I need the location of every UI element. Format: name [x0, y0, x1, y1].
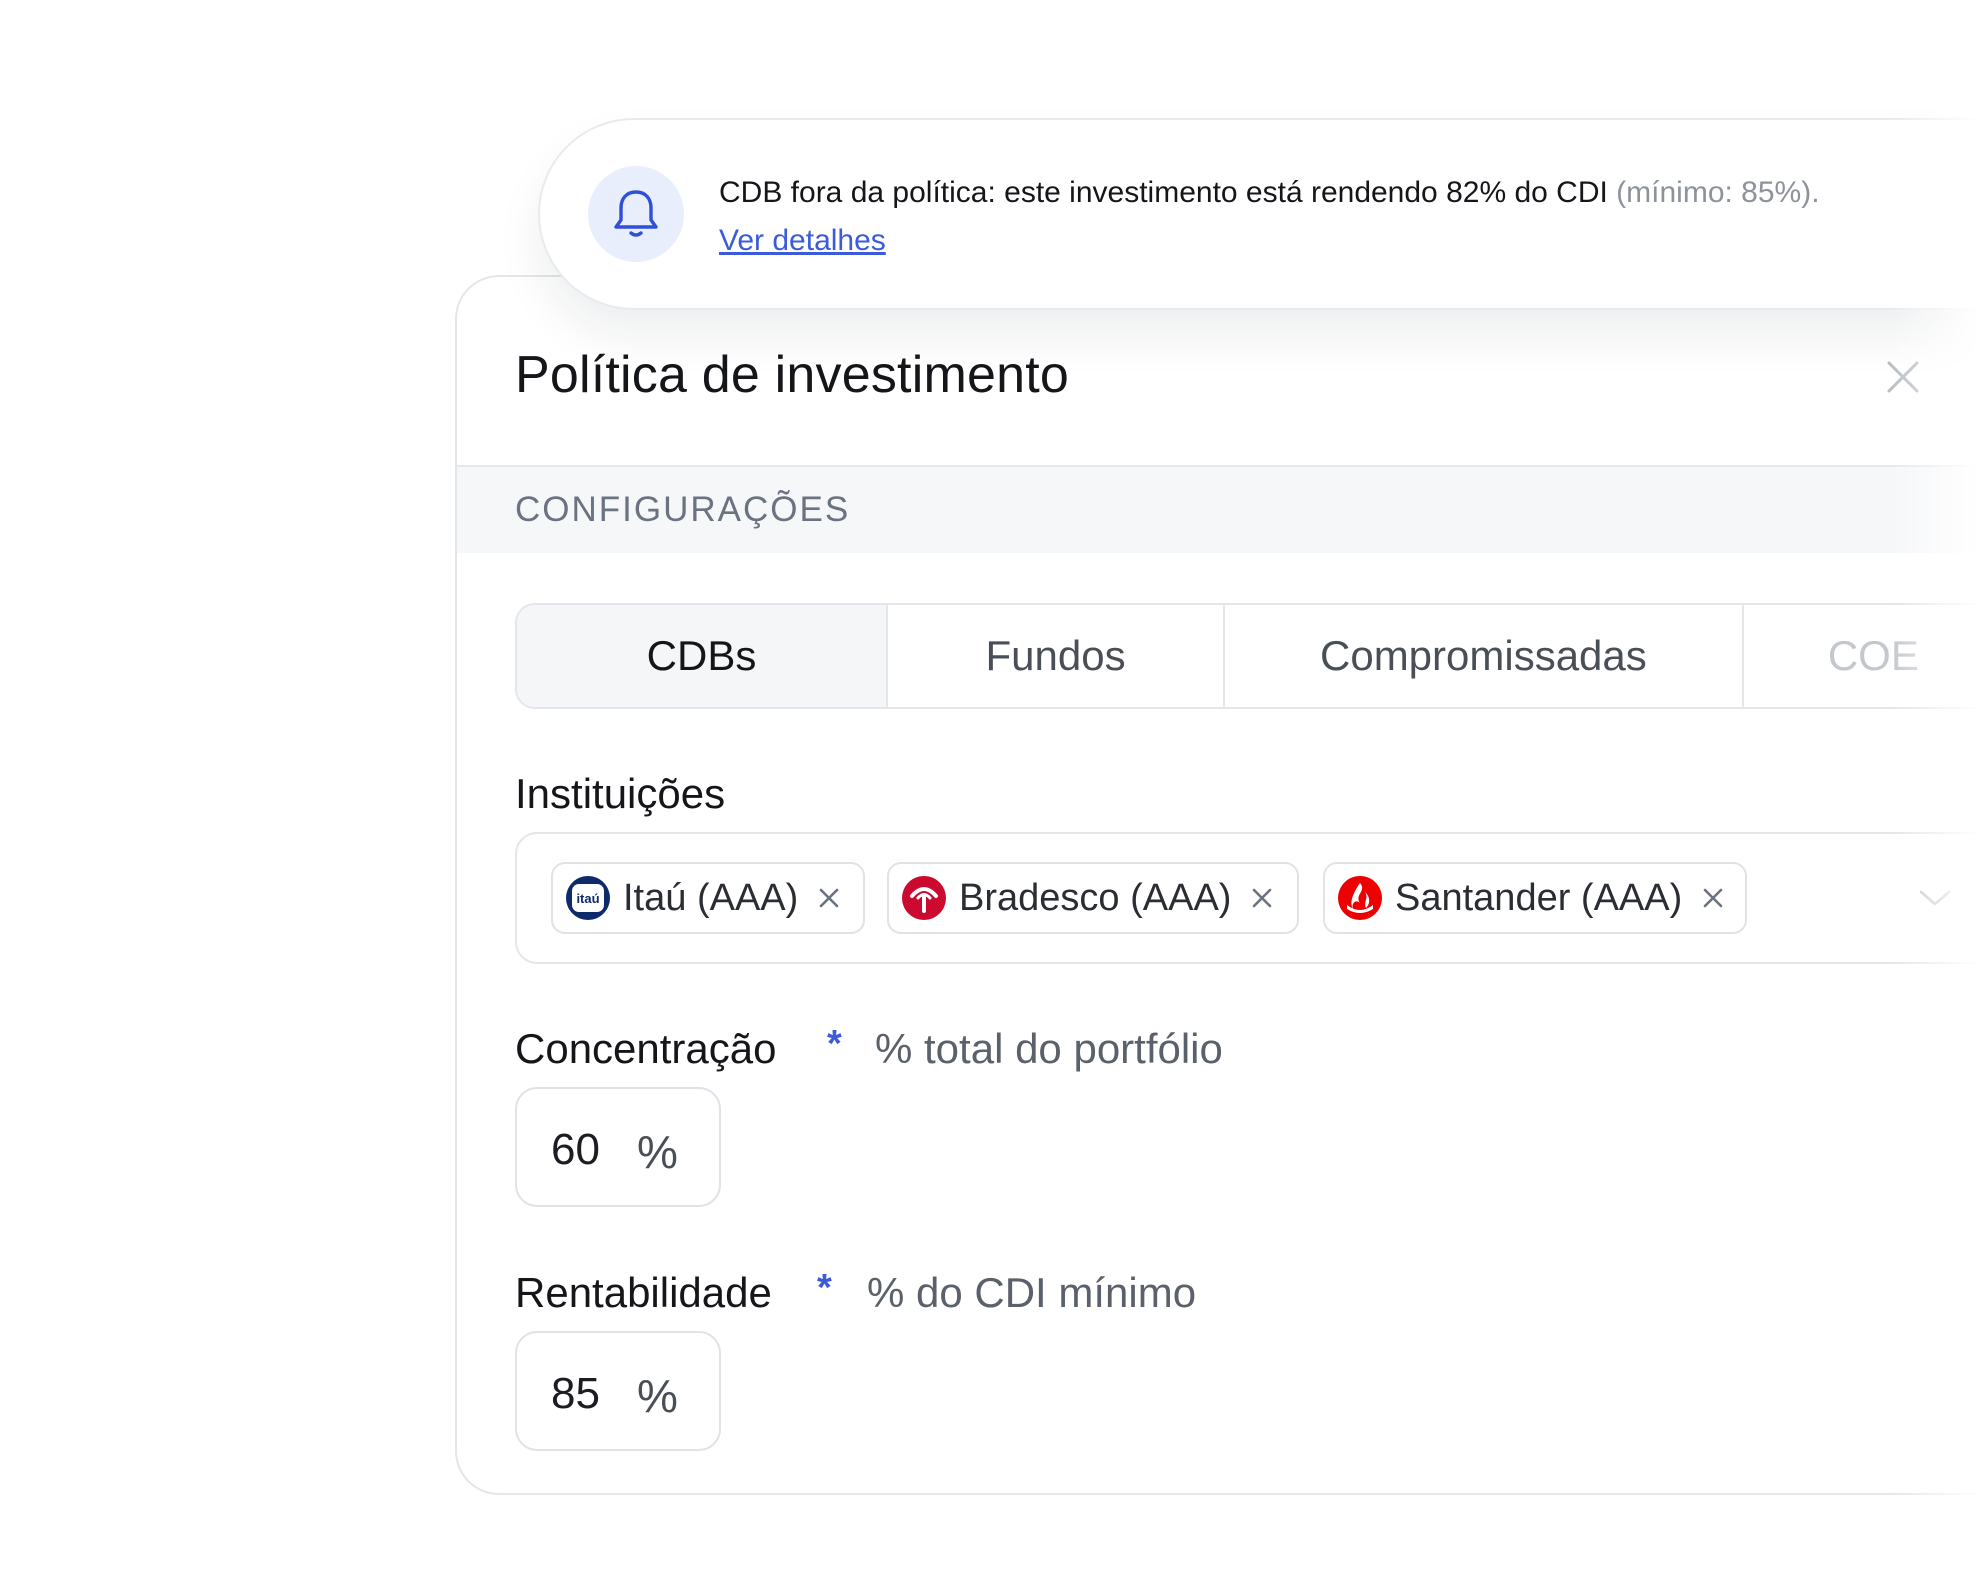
- remove-chip-icon[interactable]: [816, 885, 842, 911]
- tab-compromissadas[interactable]: Compromissadas: [1225, 605, 1744, 707]
- institutions-select[interactable]: itaú Itaú (AAA) Bradesco (AAA) Santander…: [515, 832, 1980, 964]
- concentration-value: 60: [551, 1125, 600, 1174]
- close-icon[interactable]: [1883, 357, 1923, 397]
- itau-logo: itaú: [566, 876, 610, 920]
- santander-logo: [1338, 876, 1382, 920]
- itau-logo-text: itaú: [576, 891, 599, 906]
- percent-unit: %: [637, 1126, 678, 1178]
- alert-message-main: CDB fora da política: este investimento …: [719, 176, 1608, 209]
- alert-message-muted: (mínimo: 85%).: [1607, 176, 1820, 209]
- institutions-label: Instituições: [515, 770, 726, 817]
- chip-santander: Santander (AAA): [1323, 862, 1747, 934]
- investment-policy-panel: Política de investimento CONFIGURAÇÕES C…: [455, 275, 1980, 1495]
- concentration-label: Concentração: [515, 1025, 777, 1072]
- profitability-input[interactable]: 85 %: [515, 1331, 721, 1451]
- bell-badge: [588, 166, 684, 262]
- alert-message: CDB fora da política: este investimento …: [719, 176, 1820, 210]
- bradesco-logo: [902, 876, 946, 920]
- chip-label: Santander (AAA): [1395, 876, 1683, 919]
- panel-title: Política de investimento: [515, 346, 1069, 404]
- profitability-label: Rentabilidade: [515, 1269, 772, 1316]
- remove-chip-icon[interactable]: [1249, 885, 1275, 911]
- required-mark: *: [817, 1267, 832, 1309]
- profitability-value: 85: [551, 1369, 600, 1418]
- stage: Política de investimento CONFIGURAÇÕES C…: [0, 0, 1980, 1590]
- required-mark: *: [827, 1023, 842, 1065]
- remove-chip-icon[interactable]: [1700, 885, 1726, 911]
- chip-itau: itaú Itaú (AAA): [551, 862, 865, 934]
- concentration-hint: % total do portfólio: [875, 1025, 1223, 1072]
- section-band: CONFIGURAÇÕES: [457, 467, 1980, 553]
- tab-cdbs[interactable]: CDBs: [517, 605, 888, 707]
- chip-label: Bradesco (AAA): [959, 876, 1232, 919]
- product-tabs: CDBs Fundos Compromissadas COE: [515, 603, 1980, 709]
- concentration-input[interactable]: 60 %: [515, 1087, 721, 1207]
- section-label: CONFIGURAÇÕES: [515, 490, 851, 529]
- tab-coe[interactable]: COE: [1744, 605, 1980, 707]
- tab-fundos[interactable]: Fundos: [888, 605, 1226, 707]
- percent-unit: %: [637, 1370, 678, 1422]
- chip-label: Itaú (AAA): [623, 876, 799, 919]
- view-details-link[interactable]: Ver detalhes: [719, 224, 886, 258]
- bell-icon: [614, 190, 658, 237]
- profitability-hint: % do CDI mínimo: [867, 1269, 1197, 1316]
- chip-bradesco: Bradesco (AAA): [887, 862, 1299, 934]
- chevron-down-icon[interactable]: [1917, 886, 1953, 910]
- policy-alert-toast: CDB fora da política: este investimento …: [538, 118, 1980, 310]
